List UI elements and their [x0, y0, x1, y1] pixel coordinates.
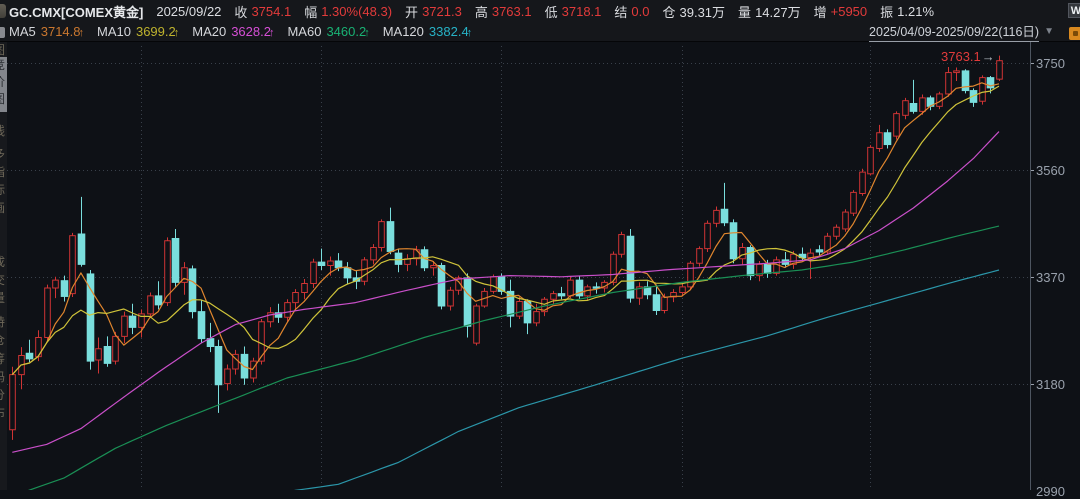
clipped-menu-glyph: 画 — [0, 202, 7, 214]
ma10-up-arrow-icon: ↑ — [174, 27, 180, 39]
clipped-menu-glyph: 指 — [0, 166, 7, 178]
clipped-toolbar-icon — [0, 4, 6, 18]
clipped-menu-glyph: 多 — [0, 148, 7, 160]
ma20-up-arrow-icon: ↑ — [269, 27, 275, 39]
ma60-up-arrow-icon: ↑ — [364, 27, 370, 39]
clipped-menu-glyph: 量 — [0, 292, 7, 304]
window-icon[interactable]: W — [1068, 3, 1080, 18]
selected-menu-item[interactable]: 竞价图 — [0, 57, 7, 112]
ma-indicator-bar: MA53714.8↑ MA103699.2↑ MA203628.2↑ MA603… — [0, 22, 1080, 42]
ma10-readout: MA103699.2↑ — [97, 24, 179, 39]
ma5-up-arrow-icon: ↑ — [79, 27, 85, 39]
clipped-menu-glyph: 标 — [0, 184, 7, 196]
clipped-menu-glyph: 竞 — [0, 59, 7, 71]
clipped-menu-glyph: 交 — [0, 274, 7, 286]
ma20-readout: MA203628.2↑ — [192, 24, 274, 39]
field-close: 收3754.1 — [234, 2, 291, 21]
field-change: 幅1.30%(48.3) — [304, 2, 392, 21]
clipped-menu-glyph: 线 — [0, 125, 7, 137]
clipped-menu-glyph: 持 — [0, 316, 7, 328]
field-high: 高3763.1 — [475, 2, 532, 21]
clipped-menu-glyph: 码 — [0, 371, 7, 383]
clipped-orange-icon[interactable] — [1069, 27, 1080, 40]
ma120-up-arrow-icon: ↑ — [467, 27, 473, 39]
field-open: 开3721.3 — [405, 2, 462, 21]
clipped-menu-glyph: 价 — [0, 76, 7, 88]
field-low: 低3718.1 — [545, 2, 602, 21]
clipped-menu-glyph: 筹 — [0, 353, 7, 365]
price-flag-arrow-icon: → — [982, 49, 994, 64]
ma60-readout: MA603460.2↑ — [287, 24, 369, 39]
left-toolbar-strip[interactable]: 图线多指标画成交量持仓筹码分布竞价图 — [0, 42, 7, 490]
quote-header-bar: GC.CMX[COMEX黄金] 2025/09/22 收3754.1 幅1.30… — [0, 0, 1080, 22]
symbol-name: GC.CMX[COMEX黄金] — [9, 2, 143, 21]
field-oi-change: 增+5950 — [814, 2, 868, 21]
price-flag-value: 3763.1 — [941, 49, 981, 64]
clipped-menu-glyph: 仓 — [0, 334, 7, 346]
clipped-toolbar-icon-2 — [0, 27, 5, 38]
date-range-label: 2025/04/09-2025/09/22(116日) — [869, 21, 1039, 42]
clipped-menu-glyph: 成 — [0, 256, 7, 268]
field-volume: 量14.27万 — [738, 2, 801, 21]
ma5-readout: MA53714.8↑ — [9, 24, 84, 39]
quote-date: 2025/09/22 — [156, 4, 221, 19]
field-settle: 结0.0 — [614, 2, 649, 21]
clipped-menu-glyph: 图 — [0, 93, 7, 105]
clipped-menu-glyph: 分 — [0, 389, 7, 401]
candlestick-chart[interactable] — [0, 0, 1080, 490]
clipped-menu-glyph: 布 — [0, 407, 7, 419]
field-open-interest: 仓39.31万 — [662, 2, 725, 21]
ma120-readout: MA1203382.4↑ — [383, 24, 472, 39]
field-amplitude: 振1.21% — [880, 2, 934, 21]
clipped-menu-glyph: 图 — [0, 44, 7, 56]
price-flag: 3763.1→ — [941, 49, 994, 64]
date-range-selector[interactable]: 2025/04/09-2025/09/22(116日) ▼ — [869, 21, 1080, 42]
chevron-down-icon: ▼ — [1044, 26, 1054, 37]
